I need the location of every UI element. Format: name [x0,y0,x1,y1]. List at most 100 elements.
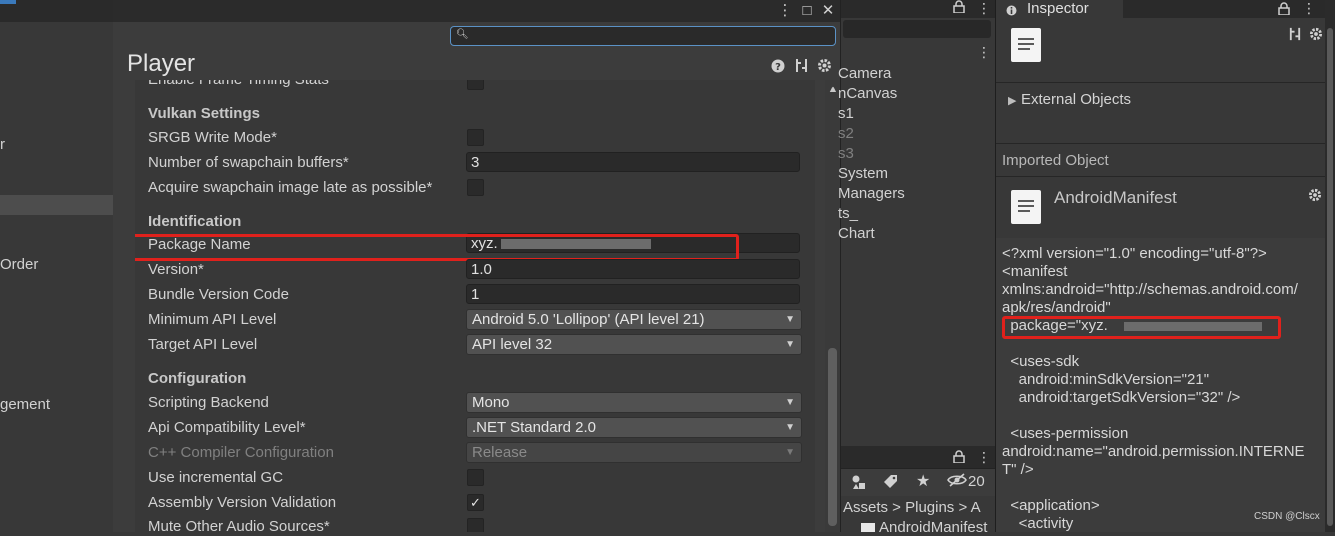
tab-inspector[interactable]: Inspector [996,0,1123,18]
hierarchy-item[interactable]: nCanvas [838,84,897,104]
lock-icon[interactable] [953,450,965,467]
chevron-down-icon: ▼ [785,422,795,433]
chevron-down-icon: ▼ [785,339,795,350]
page-title: Player [127,50,196,77]
hierarchy-item[interactable]: Chart [838,224,875,244]
mute-other-audio-checkbox[interactable] [467,518,484,532]
assembly-version-validation-checkbox[interactable]: ✓ [467,494,484,511]
hierarchy-search-input[interactable] [843,20,991,38]
file-icon [861,523,875,532]
hierarchy-item[interactable]: ts_ [838,204,858,224]
hierarchy-item[interactable]: s3 [838,144,854,164]
scripting-backend-label: Scripting Backend [148,394,269,411]
code-line: apk/res/android" [1002,299,1111,316]
code-line: android:name="android.permission.INTERNE [1002,443,1305,460]
lock-icon[interactable] [1278,2,1290,19]
code-line: <activity [1002,515,1074,532]
left-panel-item-selected[interactable] [0,195,113,215]
settings-search-input[interactable]: 🔍︎ [450,26,836,46]
collapse-arrow-icon[interactable]: ▲ [829,84,838,94]
window-titlebar: ⋮ □ ✕ [113,0,840,22]
gear-icon[interactable] [1309,27,1323,45]
maximize-icon[interactable]: □ [797,0,817,22]
code-line: T" /> [1002,461,1034,478]
vulkan-settings-header: Vulkan Settings [148,105,260,122]
code-line: <uses-permission [1002,425,1129,442]
code-line: android:minSdkVersion="21" [1002,371,1210,388]
tag-icon[interactable] [883,474,898,493]
more-options-icon[interactable]: ⋮ [977,0,991,16]
swapchain-buffers-field[interactable]: 3 [466,152,800,172]
hierarchy-item[interactable]: Managers [838,184,905,204]
scrollbar-thumb[interactable] [1327,28,1333,526]
settings-content: Enable Frame Timing Stats Vulkan Setting… [135,80,815,532]
acquire-swapchain-late-checkbox[interactable] [467,179,484,196]
minimum-api-level-dropdown[interactable]: Android 5.0 'Lollipop' (API level 21) ▼ [466,309,802,330]
hierarchy-item[interactable]: s2 [838,124,854,144]
filter-by-type-icon[interactable] [851,474,867,494]
frame-timing-checkbox[interactable] [467,80,484,90]
chevron-right-icon[interactable]: ▶ [1008,94,1016,107]
chevron-down-icon: ▼ [785,314,795,325]
external-objects-foldout[interactable]: External Objects [1021,90,1131,110]
mute-other-audio-label: Mute Other Audio Sources* [148,518,330,532]
left-panel-item[interactable]: gement [0,395,113,415]
svg-text:?: ? [775,62,781,73]
minimum-api-level-label: Minimum API Level [148,311,277,328]
chevron-down-icon: ▼ [785,447,795,458]
bundle-version-code-field[interactable]: 1 [466,284,800,304]
project-settings-window: ⋮ □ ✕ 🔍︎ Player ? Enable Frame Timing St… [113,0,840,532]
hierarchy-item[interactable]: Camera [838,64,891,84]
more-options-icon[interactable]: ⋮ [775,0,795,22]
inspector-scrollbar[interactable] [1325,0,1335,532]
chevron-down-icon: ▼ [785,397,795,408]
dropdown-value: Release [472,444,528,461]
version-field[interactable]: 1.0 [466,259,800,279]
bundle-version-code-label: Bundle Version Code [148,286,289,303]
help-icon[interactable]: ? [770,59,786,76]
lock-icon[interactable] [953,0,965,16]
dropdown-value: API level 32 [472,336,553,353]
info-icon [1006,3,1017,20]
acquire-swapchain-late-label: Acquire swapchain image late as possible… [148,179,433,196]
left-panel-item[interactable]: r [0,135,113,155]
inspector-panel: Inspector ⋮ ▶ External Objects Imported … [995,0,1326,532]
target-api-level-label: Target API Level [148,336,258,353]
hidden-eye-icon[interactable] [947,473,967,491]
code-line: xmlns:android="http://schemas.android.co… [1002,281,1298,298]
breadcrumb[interactable]: Assets > Plugins > A [843,496,998,520]
more-options-icon[interactable]: ⋮ [977,449,991,466]
project-file-item[interactable]: AndroidManifest [879,520,987,536]
incremental-gc-checkbox[interactable] [467,469,484,486]
gear-icon[interactable] [816,58,832,76]
scrollbar-thumb[interactable] [828,348,837,526]
dropdown-value: .NET Standard 2.0 [472,419,596,436]
scripting-backend-dropdown[interactable]: Mono ▼ [466,392,802,413]
highlight-box [1002,316,1281,339]
configuration-header: Configuration [148,370,247,387]
document-icon [1011,28,1041,62]
dropdown-value: Mono [472,394,510,411]
api-compatibility-level-dropdown[interactable]: .NET Standard 2.0 ▼ [466,417,802,438]
project-tabbar: ⋮ [841,446,996,468]
hierarchy-item[interactable]: s1 [838,104,854,124]
more-options-icon[interactable]: ⋮ [977,44,991,61]
hierarchy-item[interactable]: System [838,164,888,184]
gear-icon[interactable] [1308,188,1322,206]
left-panel-item[interactable]: Order [0,255,113,275]
preset-icon[interactable] [793,58,809,76]
api-compatibility-level-label: Api Compatibility Level* [148,419,306,436]
more-options-icon[interactable]: ⋮ [1302,0,1316,16]
code-line: <?xml version="1.0" encoding="utf-8"?> [1002,245,1267,262]
code-line: <uses-sdk [1002,353,1080,370]
asset-name: AndroidManifest [1054,188,1177,207]
version-label: Version* [148,261,204,278]
divider [996,176,1326,177]
srgb-write-mode-checkbox[interactable] [467,129,484,146]
preset-icon[interactable] [1288,27,1302,45]
target-api-level-dropdown[interactable]: API level 32 ▼ [466,334,802,355]
close-icon[interactable]: ✕ [818,0,838,22]
star-icon[interactable]: ★ [916,471,930,491]
frame-timing-label: Enable Frame Timing Stats [148,80,329,90]
imported-object-header: Imported Object [1002,152,1109,169]
